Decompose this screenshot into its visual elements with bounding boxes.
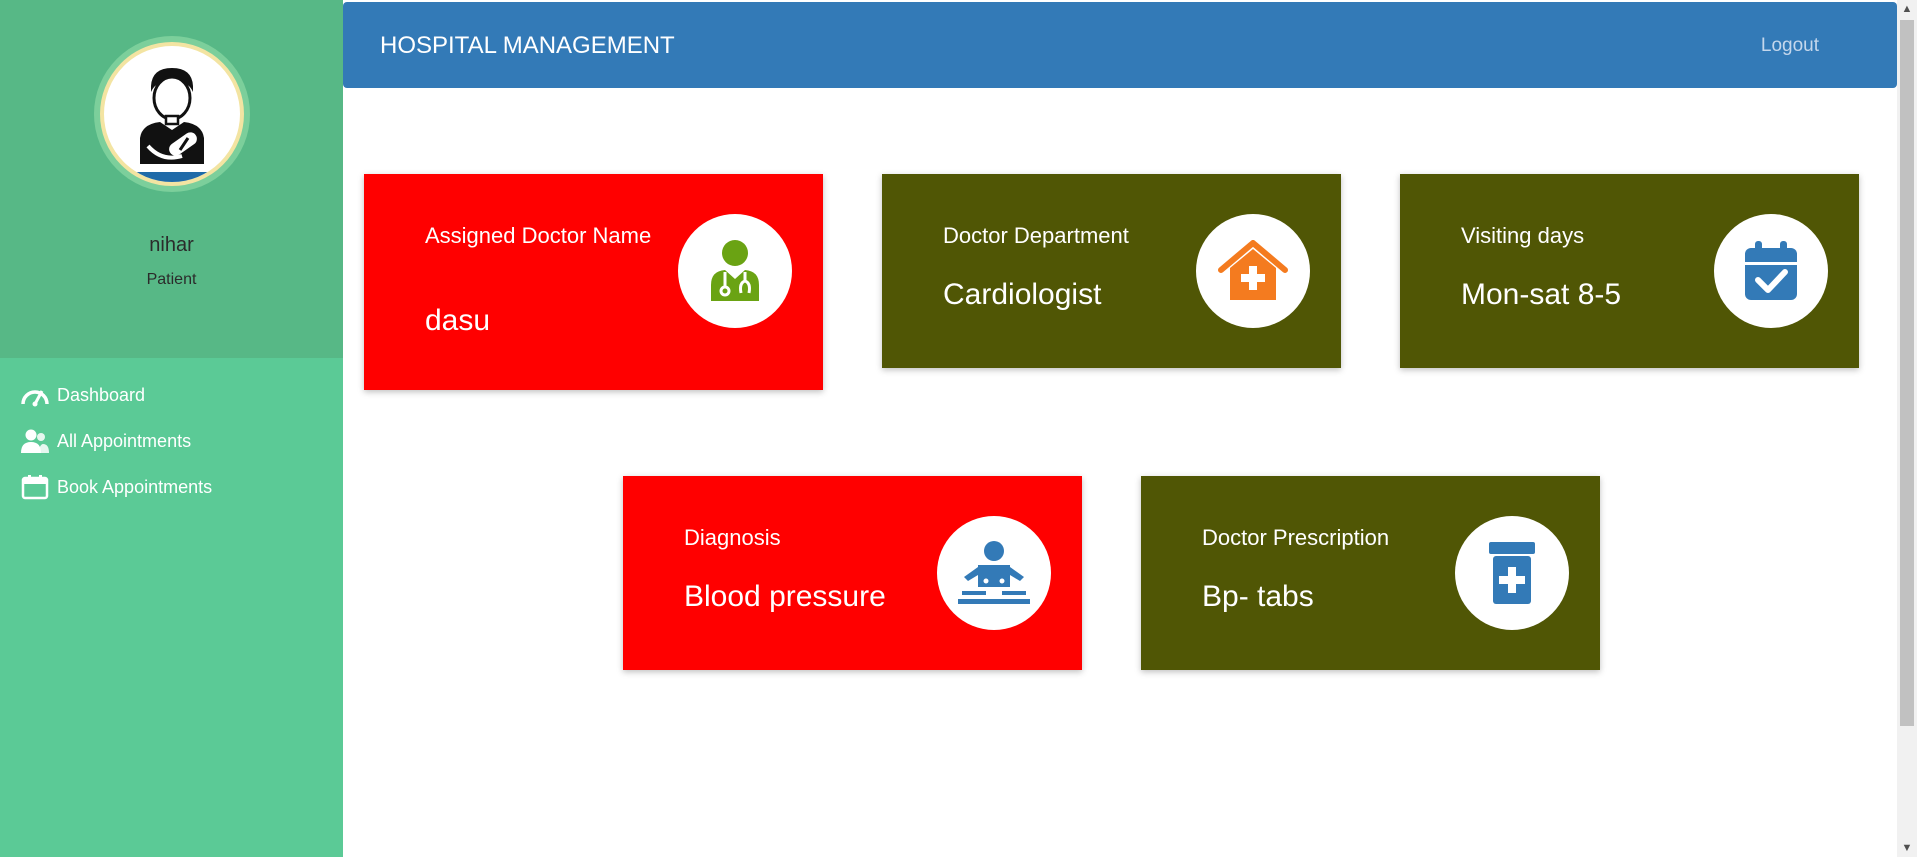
card-value: Mon-sat 8-5 — [1461, 278, 1622, 311]
sidebar-item-dashboard[interactable]: Dashboard — [0, 372, 343, 418]
user-role: Patient — [146, 271, 197, 288]
card-value: Blood pressure — [684, 580, 886, 613]
card-title: Assigned Doctor Name — [425, 223, 652, 248]
card-title: Doctor Department — [943, 223, 1129, 248]
user-name: nihar — [149, 234, 194, 256]
diagnosis-card: Diagnosis Blood pressure — [623, 476, 1082, 670]
sidebar-item-label: All Appointments — [57, 430, 192, 451]
card-title: Visiting days — [1461, 223, 1585, 248]
sidebar-nav: Dashboard All Appointments Book Appointm… — [0, 372, 343, 510]
sidebar-item-book-appointments[interactable]: Book Appointments — [0, 464, 343, 510]
top-navbar: HOSPITAL MANAGEMENT Logout — [343, 2, 1897, 88]
doctor-prescription-card: Doctor Prescription Bp- tabs — [1141, 476, 1600, 670]
prescription-bottle-icon — [1489, 542, 1535, 604]
sidebar-item-label: Book Appointments — [57, 476, 213, 497]
card-value: dasu — [425, 304, 491, 337]
sidebar: nihar Patient Dashboard All Appointments… — [0, 0, 343, 857]
scrollbar-thumb[interactable] — [1900, 20, 1914, 726]
dashboard-icon — [20, 382, 50, 408]
assigned-doctor-card: Assigned Doctor Name dasu — [364, 174, 823, 390]
hospital-house-icon — [1218, 240, 1288, 300]
doctor-department-card: Doctor Department Cardiologist — [882, 174, 1341, 368]
calendar-icon — [20, 474, 50, 500]
sidebar-item-label: Dashboard — [57, 384, 146, 405]
card-title: Doctor Prescription — [1202, 525, 1390, 550]
sidebar-item-all-appointments[interactable]: All Appointments — [0, 418, 343, 464]
scroll-down-arrow-icon[interactable]: ▼ — [1897, 839, 1917, 857]
user-doctor-icon — [711, 240, 759, 301]
patient-avatar-icon — [104, 68, 240, 182]
card-title: Diagnosis — [684, 525, 781, 550]
logout-link[interactable]: Logout — [1761, 35, 1819, 57]
scroll-up-arrow-icon[interactable]: ▲ — [1897, 0, 1917, 18]
users-icon — [20, 428, 50, 454]
card-icon-circle — [1455, 516, 1569, 630]
card-icon-circle — [1196, 214, 1310, 328]
app-title: HOSPITAL MANAGEMENT — [380, 32, 675, 59]
card-icon-circle — [1714, 214, 1828, 328]
bed-patient-icon — [958, 541, 1030, 604]
card-icon-circle — [678, 214, 792, 328]
card-icon-circle — [937, 516, 1051, 630]
avatar-ring — [94, 36, 250, 192]
card-value: Bp- tabs — [1202, 580, 1314, 613]
avatar — [100, 42, 244, 186]
card-value: Cardiologist — [943, 278, 1102, 311]
vertical-scrollbar[interactable]: ▲ ▼ — [1897, 0, 1917, 857]
calendar-check-icon — [1745, 241, 1797, 300]
profile-panel: nihar Patient — [0, 0, 343, 358]
visiting-days-card: Visiting days Mon-sat 8-5 — [1400, 174, 1859, 368]
